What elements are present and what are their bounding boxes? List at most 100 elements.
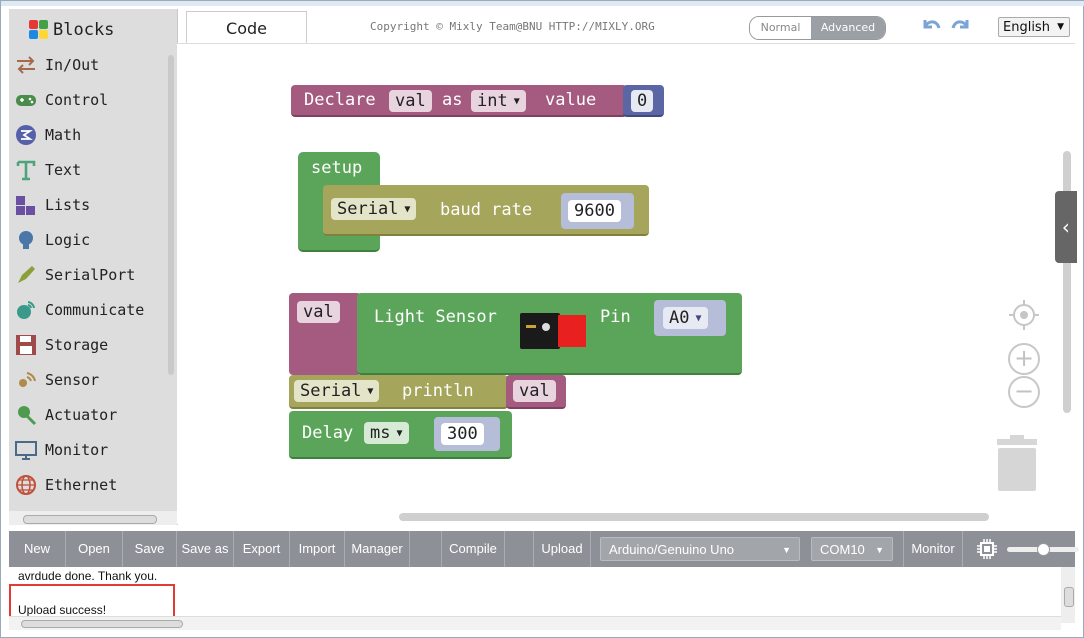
zoom-in-icon[interactable]: + [1008, 343, 1040, 375]
val-variable-block[interactable]: val [289, 293, 361, 375]
language-select[interactable]: English ▼ [998, 17, 1070, 37]
output-line: avrdude done. Thank you. [18, 569, 158, 583]
sidebar-hscrollbar[interactable] [9, 511, 177, 525]
println-arg-block[interactable]: val [506, 375, 566, 409]
open-button[interactable]: Open [66, 531, 122, 567]
sidebar-header: Blocks [29, 17, 114, 43]
declare-block[interactable]: Declare val as int ▼ value [291, 85, 627, 117]
serial-port-dropdown[interactable]: Serial ▼ [331, 198, 417, 220]
sidebar-item-lists[interactable]: Lists [15, 191, 90, 219]
number-block[interactable]: 0 [623, 85, 664, 117]
println-arg-field[interactable]: val [513, 380, 556, 402]
sidebar-item-text[interactable]: Text [15, 156, 81, 184]
sidebar-title: Blocks [53, 20, 115, 40]
serial-port-value: Serial [337, 199, 399, 219]
delay-unit-dropdown[interactable]: ms ▼ [364, 422, 409, 444]
new-button[interactable]: New [9, 531, 65, 567]
pin-dropdown[interactable]: A0 ▼ [663, 307, 708, 329]
delay-block[interactable]: Delay ms ▼ 300 [289, 411, 512, 459]
upload-button[interactable]: Upload [534, 531, 590, 567]
tab-code[interactable]: Code [186, 11, 307, 44]
save-as-button[interactable]: Save as [177, 531, 233, 567]
sensor-icon [15, 369, 37, 391]
lists-icon [15, 194, 37, 216]
sidebar-item-control[interactable]: Control [15, 86, 108, 114]
sidebar-item-actuator[interactable]: Actuator [15, 401, 117, 429]
zoom-out-icon[interactable]: − [1008, 376, 1040, 408]
dropdown-arrow-icon: ▼ [695, 313, 702, 324]
chip-icon[interactable] [977, 539, 997, 559]
declare-as-label: as [442, 90, 463, 110]
sidebar-item-label: Control [45, 91, 109, 109]
export-button[interactable]: Export [234, 531, 289, 567]
dropdown-arrow-icon: ▼ [513, 96, 520, 107]
mode-normal-button[interactable]: Normal [750, 17, 811, 39]
monitor-button[interactable]: Monitor [904, 531, 962, 567]
sidebar-item-label: Actuator [45, 406, 118, 424]
board-select[interactable]: Arduino/Genuino Uno ▼ [600, 537, 800, 561]
puzzle-icon [29, 20, 49, 40]
math-icon [15, 124, 37, 146]
sidebar-item-storage[interactable]: Storage [15, 331, 108, 359]
arrows-icon [15, 54, 37, 76]
redo-icon[interactable] [949, 14, 973, 38]
mode-toggle[interactable]: Normal Advanced [749, 16, 886, 40]
declare-value-field[interactable]: 0 [631, 90, 654, 112]
workspace-hscrollbar[interactable] [399, 513, 989, 521]
sidebar-item-communicate[interactable]: Communicate [15, 296, 144, 324]
pin-socket: A0 ▼ [654, 300, 726, 336]
slider-knob[interactable] [1037, 543, 1050, 556]
chevron-down-icon: ▼ [782, 545, 791, 555]
baud-rate-label: baud rate [440, 200, 533, 220]
save-button[interactable]: Save [123, 531, 176, 567]
delay-value-field[interactable]: 300 [441, 423, 484, 445]
port-value: COM10 [820, 542, 865, 557]
compile-button[interactable]: Compile [442, 531, 504, 567]
sidebar-item-in-out[interactable]: In/Out [15, 51, 99, 79]
gamepad-icon [15, 89, 37, 111]
sidebar-item-label: Sensor [45, 371, 100, 389]
output-vscrollbar[interactable] [1061, 567, 1075, 623]
sidebar-scrollbar[interactable] [166, 49, 176, 509]
zoom-slider[interactable] [1007, 543, 1079, 556]
pen-icon [15, 264, 37, 286]
light-sensor-block[interactable]: Light Sensor Pin A0 ▼ [357, 293, 742, 375]
bottom-toolbar: New Open Save Save as Export Import Mana… [9, 531, 1079, 567]
sidebar-item-sensor[interactable]: Sensor [15, 366, 99, 394]
light-var-field[interactable]: val [297, 301, 340, 323]
bulb-icon [15, 229, 37, 251]
port-select[interactable]: COM10 ▼ [811, 537, 893, 561]
import-button[interactable]: Import [290, 531, 344, 567]
baud-number-block[interactable]: 9600 [561, 193, 634, 229]
println-label: println [402, 381, 474, 401]
sidebar-item-label: Logic [45, 231, 91, 249]
light-sensor-label: Light Sensor [374, 307, 497, 327]
sidebar-item-math[interactable]: Math [15, 121, 81, 149]
declare-type-dropdown[interactable]: int ▼ [471, 90, 526, 112]
undo-icon[interactable] [919, 14, 943, 38]
monitor-icon [15, 439, 37, 461]
floppy-icon [15, 334, 37, 356]
sidebar-item-serialport[interactable]: SerialPort [15, 261, 135, 289]
declare-label: Declare [304, 90, 376, 110]
baud-rate-field[interactable]: 9600 [568, 200, 621, 222]
println-port-value: Serial [300, 381, 362, 401]
sidebar-item-label: Lists [45, 196, 91, 214]
chevron-left-icon[interactable]: ‹ [1055, 191, 1077, 263]
serial-println-block[interactable]: Serial ▼ println [289, 375, 508, 409]
sidebar-item-logic[interactable]: Logic [15, 226, 90, 254]
sidebar-item-label: Monitor [45, 441, 109, 459]
delay-label: Delay [302, 423, 354, 443]
setup-label: setup [311, 158, 363, 178]
center-target-icon[interactable] [1008, 299, 1040, 331]
output-hscrollbar[interactable] [9, 616, 1061, 630]
declare-var-field[interactable]: val [389, 90, 432, 112]
sidebar-item-monitor[interactable]: Monitor [15, 436, 108, 464]
mode-advanced-button[interactable]: Advanced [811, 17, 885, 39]
sidebar-item-ethernet[interactable]: Ethernet [15, 471, 117, 499]
println-port-dropdown[interactable]: Serial ▼ [294, 380, 380, 402]
actuator-icon [15, 404, 37, 426]
trash-icon[interactable] [997, 435, 1037, 491]
manager-button[interactable]: Manager [345, 531, 409, 567]
copyright-text: Copyright © Mixly Team@BNU HTTP://MIXLY.… [370, 20, 655, 33]
